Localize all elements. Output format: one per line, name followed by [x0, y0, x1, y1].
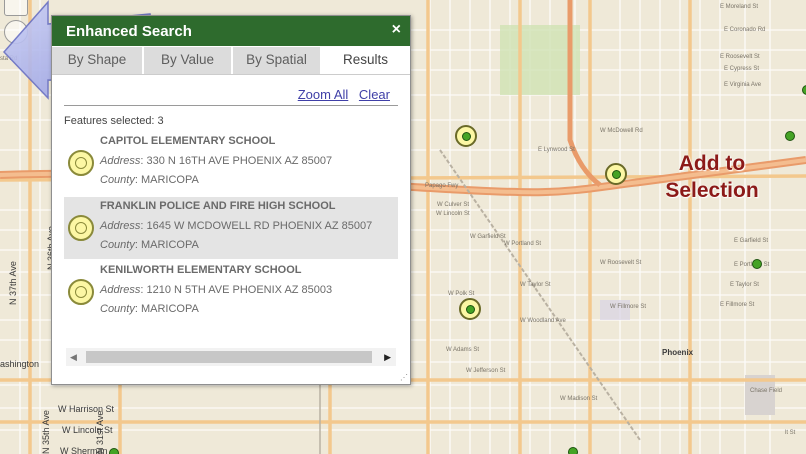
divider — [64, 105, 398, 106]
street-label: E Garfield St — [734, 238, 769, 244]
address-value: : 1645 W MCDOWELL RD PHOENIX AZ 85007 — [140, 220, 373, 232]
county-value: : MARICOPA — [134, 303, 199, 315]
school-symbol-icon — [68, 150, 94, 176]
street-label: W Jefferson St — [466, 368, 506, 374]
selected-school-marker[interactable] — [455, 125, 477, 147]
street-label: N 35th Ave — [41, 410, 51, 454]
result-county: County: MARICOPA — [100, 174, 199, 186]
address-label: Address — [100, 155, 141, 167]
selected-school-marker[interactable] — [459, 298, 481, 320]
street-label: Chase Field — [750, 388, 783, 394]
street-label: ashington — [0, 359, 40, 369]
street-label: N 37th Ave — [8, 261, 18, 305]
address-label: Address — [100, 284, 141, 296]
address-value: : 330 N 16TH AVE PHOENIX AZ 85007 — [140, 155, 333, 167]
street-label: E Moreland St — [720, 4, 759, 10]
street-label: E Virginia Ave — [724, 82, 762, 88]
features-selected-count: Features selected: 3 — [64, 115, 164, 127]
street-label: W Lincoln St — [436, 211, 470, 217]
horizontal-scrollbar[interactable]: ◀ ▶ — [66, 348, 396, 366]
street-label: W Roosevelt St — [600, 260, 642, 266]
result-county: County: MARICOPA — [100, 239, 199, 251]
county-label: County — [100, 174, 135, 186]
street-label: E Cypress St — [724, 66, 760, 72]
result-name: KENILWORTH ELEMENTARY SCHOOL — [100, 264, 302, 276]
result-item[interactable]: KENILWORTH ELEMENTARY SCHOOL Address: 12… — [64, 261, 398, 323]
address-label: Address — [100, 220, 141, 232]
result-item[interactable]: FRANKLIN POLICE AND FIRE HIGH SCHOOL Add… — [64, 197, 398, 259]
street-label: W Woodland Ave — [520, 318, 566, 324]
school-marker[interactable] — [785, 131, 795, 141]
result-address: Address: 330 N 16TH AVE PHOENIX AZ 85007 — [100, 155, 332, 167]
tab-by-shape[interactable]: By Shape — [52, 47, 143, 74]
county-value: : MARICOPA — [134, 239, 199, 251]
county-label: County — [100, 303, 135, 315]
county-value: : MARICOPA — [134, 174, 199, 186]
callout-text: Add to Selection — [656, 150, 768, 204]
enhanced-search-panel: Enhanced Search × By Shape By Value By S… — [51, 15, 411, 385]
street-label: E Fillmore St — [720, 302, 755, 308]
city-label: Phoenix — [662, 348, 694, 357]
panel-header: Enhanced Search × — [52, 16, 410, 46]
close-icon[interactable]: × — [392, 21, 401, 39]
address-value: : 1210 N 5TH AVE PHOENIX AZ 85003 — [140, 284, 333, 296]
tab-bar: By Shape By Value By Spatial Results — [52, 46, 410, 75]
street-label: lt St — [785, 430, 796, 436]
street-label: W McDowell Rd — [600, 128, 643, 134]
street-label: E Coronado Rd — [724, 27, 766, 33]
result-address: Address: 1210 N 5TH AVE PHOENIX AZ 85003 — [100, 284, 332, 296]
selected-school-marker[interactable] — [605, 163, 627, 185]
result-actions: Zoom All Clear — [291, 87, 390, 102]
street-label: W Garfield St — [470, 234, 506, 240]
street-label: E Roosevelt St — [720, 54, 760, 60]
zoom-all-link[interactable]: Zoom All — [298, 87, 349, 102]
school-symbol-icon — [68, 279, 94, 305]
street-label: W Culver St — [437, 202, 470, 208]
street-label: W Fillmore St — [610, 304, 646, 310]
school-marker[interactable] — [109, 448, 119, 454]
scrollbar-thumb[interactable] — [86, 351, 372, 363]
result-address: Address: 1645 W MCDOWELL RD PHOENIX AZ 8… — [100, 220, 372, 232]
school-marker[interactable] — [568, 447, 578, 454]
callout-line-1: Add to — [678, 152, 746, 175]
scroll-left-icon[interactable]: ◀ — [70, 352, 77, 363]
street-label: E Taylor St — [730, 282, 759, 288]
street-label: W Taylor St — [520, 282, 551, 288]
result-county: County: MARICOPA — [100, 303, 199, 315]
scroll-right-icon[interactable]: ▶ — [384, 352, 391, 363]
street-label: W Adams St — [446, 347, 480, 353]
result-name: CAPITOL ELEMENTARY SCHOOL — [100, 135, 276, 147]
street-label: W Portland St — [504, 241, 542, 247]
county-label: County — [100, 239, 135, 251]
callout-line-2: Selection — [665, 179, 759, 202]
street-label: W Madison St — [560, 396, 598, 402]
result-item[interactable]: CAPITOL ELEMENTARY SCHOOL Address: 330 N… — [64, 132, 398, 194]
result-name: FRANKLIN POLICE AND FIRE HIGH SCHOOL — [100, 200, 336, 212]
street-label: Papago Fwy — [425, 183, 459, 189]
school-marker[interactable] — [802, 85, 806, 95]
street-label: N 31st Ave — [95, 410, 105, 454]
street-label: W Harrison St — [58, 404, 115, 414]
panel-title: Enhanced Search — [66, 23, 192, 40]
clear-link[interactable]: Clear — [359, 87, 390, 102]
tab-by-spatial[interactable]: By Spatial — [233, 47, 321, 74]
tab-results[interactable]: Results — [322, 47, 410, 74]
street-label: E Lynwood St — [538, 147, 575, 153]
school-symbol-icon — [68, 215, 94, 241]
school-marker[interactable] — [752, 259, 762, 269]
street-label: W Polk St — [448, 291, 475, 297]
tab-by-value[interactable]: By Value — [144, 47, 232, 74]
resize-grip-icon[interactable]: ⋰ — [400, 374, 408, 382]
